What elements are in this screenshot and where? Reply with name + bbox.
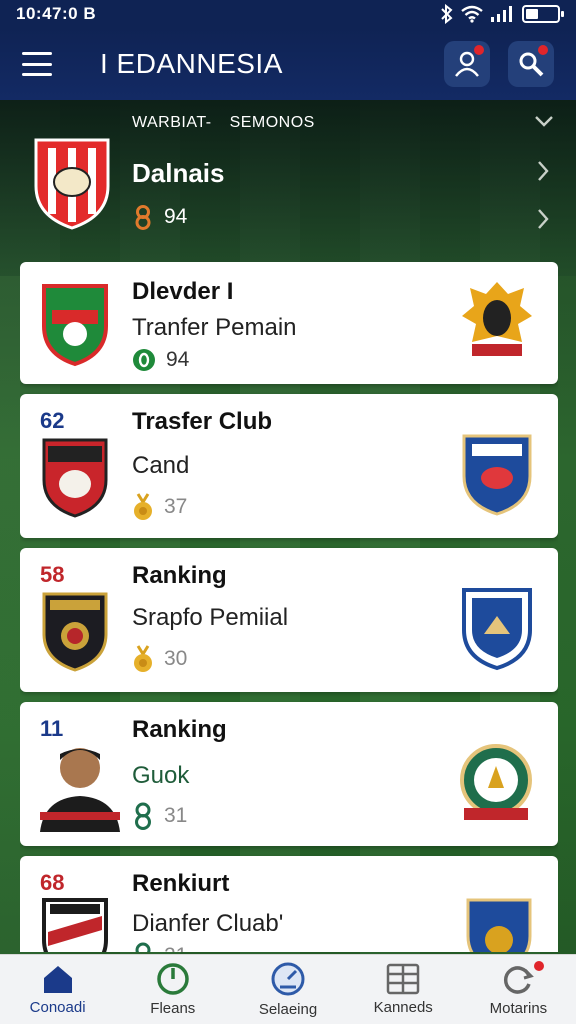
gauge-icon <box>271 962 305 996</box>
wifi-icon <box>461 5 483 23</box>
refresh-icon <box>504 966 535 994</box>
rank-number: 11 <box>40 716 64 741</box>
card-stat-value: 37 <box>164 495 188 518</box>
notification-dot <box>474 45 484 55</box>
card-title: Ranking <box>132 716 227 743</box>
chevron-right-icon[interactable] <box>536 160 550 182</box>
card-stat-value: 21 <box>164 944 187 952</box>
featured-team-name: Dalnais <box>132 158 225 188</box>
nav-item-fleans[interactable]: Fleans <box>115 955 230 1024</box>
card-title: Renkiurt <box>132 870 230 897</box>
rank-number: 68 <box>40 870 65 895</box>
club-logo-icon <box>462 588 532 671</box>
bottom-navigation: Conoadi Fleans Selaeing Kanneds Motarins <box>0 954 576 1024</box>
menu-icon[interactable] <box>22 52 52 76</box>
featured-label-left: WARBIAT- <box>132 114 212 131</box>
figure-8-icon <box>135 942 151 952</box>
nav-item-conoadi[interactable]: Conoadi <box>0 955 115 1024</box>
home-icon <box>43 966 72 993</box>
card-stat: 37 <box>132 492 187 522</box>
status-time: 10:47:0 B <box>16 4 97 23</box>
power-circle-icon <box>157 963 189 995</box>
club-logo-icon <box>462 282 532 356</box>
battery-icon <box>522 5 564 23</box>
bluetooth-icon <box>441 4 453 24</box>
nav-label: Kanneds <box>373 999 433 1016</box>
list-item[interactable]: 11 Ranking Guok 31 <box>20 702 558 846</box>
card-subtitle: Dianfer Cluab' <box>132 910 284 937</box>
featured-score-value: 94 <box>164 205 188 228</box>
player-avatar <box>40 748 120 832</box>
app-bar: I EDANNESIA <box>0 28 576 100</box>
rank-number: 62 <box>40 408 65 433</box>
figure-8-icon <box>135 802 151 830</box>
club-logo-icon <box>466 898 532 952</box>
list-item[interactable]: Dlevder I Tranfer Pemain 94 <box>20 262 558 384</box>
card-stat: 21 <box>132 942 187 952</box>
list-item[interactable]: 58 Ranking Srapfo Pemiial 30 <box>20 548 558 692</box>
featured-team[interactable]: WARBIAT- SEMONOS Dalnais 94 <box>0 100 576 260</box>
status-bar: 10:47:0 B <box>0 0 576 28</box>
featured-label-right: SEMONOS <box>229 114 315 131</box>
card-stat-value: 94 <box>166 348 190 371</box>
nav-item-motarins[interactable]: Motarins <box>461 955 576 1024</box>
featured-score: 94 <box>132 204 187 230</box>
nav-label: Motarins <box>489 1000 548 1017</box>
club-crest-icon <box>42 438 108 518</box>
list-grid-icon <box>386 963 420 995</box>
card-title: Ranking <box>132 562 227 589</box>
circle-0-icon <box>133 349 155 371</box>
card-stat-value: 31 <box>164 804 188 827</box>
medal-icon <box>134 493 152 520</box>
card-subtitle: Srapfo Pemiial <box>132 604 289 631</box>
club-logo-icon <box>462 434 532 516</box>
trophy-8-icon <box>135 205 151 230</box>
nav-label: Selaeing <box>258 1001 318 1018</box>
app-title: I EDANNESIA <box>100 48 283 79</box>
list-item[interactable]: 68 Renkiurt Dianfer Cluab' 21 <box>20 856 558 952</box>
settings-button[interactable] <box>508 41 554 87</box>
card-stat: 94 <box>132 348 189 372</box>
signal-icon <box>491 6 512 22</box>
nav-item-selaeing[interactable]: Selaeing <box>230 955 345 1024</box>
featured-crest-icon <box>34 138 110 230</box>
profile-button[interactable] <box>444 41 490 87</box>
card-subtitle: Guok <box>132 762 190 789</box>
nav-label: Fleans <box>150 1000 196 1017</box>
card-subtitle: Tranfer Pemain <box>132 314 297 341</box>
card-stat: 31 <box>132 802 187 830</box>
club-logo-icon <box>460 744 532 820</box>
club-crest-icon <box>42 898 108 952</box>
ranking-list[interactable]: Dlevder I Tranfer Pemain 94 62 Trasfer C… <box>20 262 558 952</box>
card-subtitle: Cand <box>132 452 190 479</box>
card-title: Dlevder I <box>132 278 234 305</box>
club-crest-icon <box>42 284 108 367</box>
notification-dot <box>534 961 545 971</box>
list-item[interactable]: 62 Trasfer Club Cand 37 <box>20 394 558 538</box>
nav-label: Conoadi <box>29 999 86 1016</box>
card-stat-value: 30 <box>164 647 188 670</box>
card-title: Trasfer Club <box>132 408 273 435</box>
chevron-right-icon[interactable] <box>536 208 550 230</box>
rank-number: 58 <box>40 562 65 587</box>
featured-labels: WARBIAT- SEMONOS <box>132 114 315 132</box>
settings-dot <box>538 45 548 55</box>
card-stat: 30 <box>132 644 187 674</box>
nav-item-kanneds[interactable]: Kanneds <box>346 955 461 1024</box>
chevron-down-icon[interactable] <box>534 114 554 128</box>
status-icons <box>440 4 564 24</box>
medal-icon <box>134 645 152 672</box>
club-crest-icon <box>42 592 108 672</box>
